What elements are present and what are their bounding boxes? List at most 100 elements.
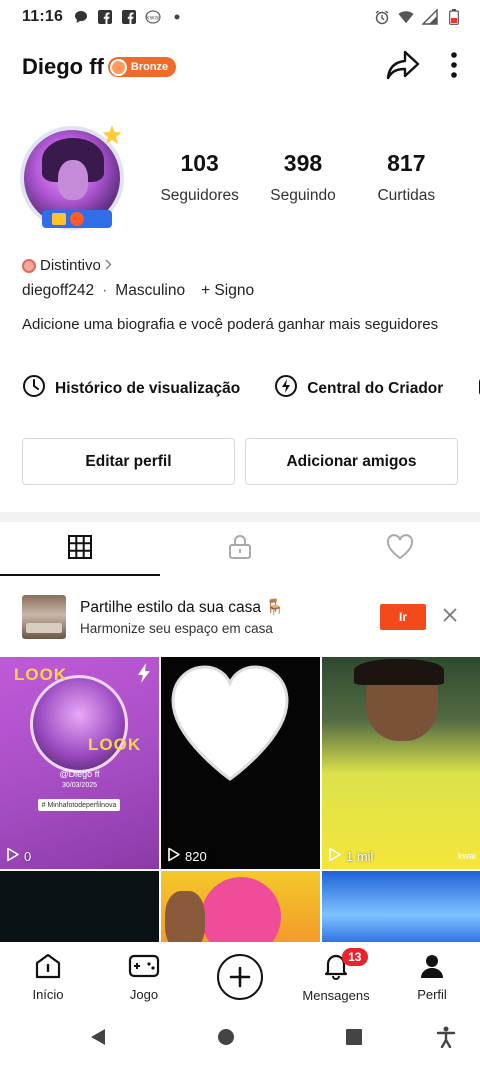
app-icon: kwai xyxy=(145,9,161,25)
video-grid: LOOK LOOK @Diego ff 30/03/2025 # Minhafo… xyxy=(0,657,480,942)
share-icon[interactable] xyxy=(386,49,420,86)
stat-followers[interactable]: 103 Seguidores xyxy=(148,150,251,205)
play-icon xyxy=(6,847,20,865)
ad-thumbnail xyxy=(22,595,66,639)
ad-subtitle: Harmonize seu espaço em casa xyxy=(80,621,273,636)
more-options-icon[interactable] xyxy=(450,51,458,84)
section-divider xyxy=(0,512,480,522)
add-signo-button[interactable]: + Signo xyxy=(201,282,254,300)
followers-label: Seguidores xyxy=(160,187,239,204)
profile-header: Diego ff Bronze xyxy=(0,42,480,92)
dot-icon xyxy=(169,9,185,25)
heart-icon xyxy=(386,533,414,565)
edit-profile-button[interactable]: Editar perfil xyxy=(22,438,235,485)
view-count: 1 mil xyxy=(328,847,373,865)
bolt-icon xyxy=(274,374,298,403)
status-time: 11:16 xyxy=(22,8,64,25)
back-icon[interactable] xyxy=(88,1027,108,1052)
profile-avatar[interactable] xyxy=(18,122,130,234)
following-count: 398 xyxy=(283,150,323,176)
video-thumbnail[interactable] xyxy=(161,871,320,942)
view-count-value: 1 mil xyxy=(346,848,374,864)
meta-separator: · xyxy=(102,282,108,299)
level-badge[interactable]: Bronze xyxy=(107,57,177,77)
stat-likes[interactable]: 817 Curtidas xyxy=(355,150,458,205)
tab-liked[interactable] xyxy=(320,522,480,576)
creator-center-label: Central do Criador xyxy=(307,379,444,397)
thumbnail-text-top: LOOK xyxy=(14,665,68,684)
badge-label: Bronze xyxy=(130,61,169,73)
nav-games[interactable]: Jogo xyxy=(96,942,192,1012)
clock-icon xyxy=(22,374,46,403)
distintivo-link[interactable]: Distintivo xyxy=(22,257,112,274)
view-count-value: 820 xyxy=(185,848,207,864)
bronze-medal-icon xyxy=(109,58,127,76)
battery-icon xyxy=(446,9,462,25)
following-label: Seguindo xyxy=(270,187,336,204)
content-tabs xyxy=(0,522,480,576)
bottom-navigation: Início Jogo 13 Mensagens Perfil xyxy=(0,942,480,1012)
flash-icon xyxy=(137,663,151,688)
view-count-value: 0 xyxy=(24,848,32,864)
profile-meta: diegoff242 · Masculino + Signo xyxy=(22,282,254,300)
add-icon xyxy=(217,954,263,1000)
nav-profile-label: Perfil xyxy=(417,986,447,1002)
profile-gender: Masculino xyxy=(115,282,186,299)
history-button[interactable]: Histórico de visualização xyxy=(22,374,240,403)
video-thumbnail[interactable]: LOOK LOOK @Diego ff 30/03/2025 # Minhafo… xyxy=(0,657,159,869)
tab-posts[interactable] xyxy=(0,522,160,576)
system-navigation xyxy=(0,1012,480,1066)
profile-bio[interactable]: Adicione uma biografia e você poderá gan… xyxy=(22,315,442,334)
play-icon xyxy=(328,847,342,865)
add-friends-button[interactable]: Adicionar amigos xyxy=(245,438,458,485)
distintivo-label: Distintivo xyxy=(40,257,101,274)
svg-text:kwai: kwai xyxy=(146,15,160,22)
video-thumbnail[interactable]: 820 xyxy=(161,657,320,869)
nav-home[interactable]: Início xyxy=(0,942,96,1012)
play-icon xyxy=(167,847,181,865)
nav-create[interactable] xyxy=(192,942,288,1012)
nav-profile[interactable]: Perfil xyxy=(384,942,480,1012)
video-thumbnail[interactable]: kwai 1 mil xyxy=(322,657,480,869)
video-thumbnail[interactable] xyxy=(322,871,480,942)
gamepad-icon xyxy=(128,953,160,982)
profile-handle: diegoff242 xyxy=(22,282,95,299)
accessibility-icon[interactable] xyxy=(436,1026,456,1053)
profile-actions: Editar perfil Adicionar amigos xyxy=(22,438,458,485)
close-icon[interactable] xyxy=(442,607,458,628)
wifi-icon xyxy=(398,9,414,25)
profile-stats: 103 Seguidores 398 Seguindo 817 Curtidas xyxy=(148,150,458,205)
view-count: 0 xyxy=(6,847,31,865)
chat-bubble-icon xyxy=(73,9,89,25)
badge-icon xyxy=(22,258,36,273)
video-thumbnail[interactable] xyxy=(0,871,159,942)
facebook-icon xyxy=(121,9,137,25)
avatar-frame-decoration xyxy=(42,210,112,228)
history-label: Histórico de visualização xyxy=(55,379,241,397)
ad-emoji: 🪑 xyxy=(264,599,285,616)
person-icon xyxy=(419,953,445,982)
tab-private[interactable] xyxy=(160,522,320,576)
nav-home-label: Início xyxy=(32,986,64,1002)
chevron-right-icon xyxy=(105,258,112,273)
thumbnail-name: @Diego ff xyxy=(59,769,100,779)
heart-illustration xyxy=(165,661,295,796)
ad-title-row: Partilhe estilo da sua casa 🪑 xyxy=(80,598,284,617)
likes-label: Curtidas xyxy=(377,187,436,204)
creator-center-button[interactable]: Central do Criador xyxy=(274,374,443,403)
ad-cta-button[interactable]: Ir xyxy=(380,604,426,630)
notification-icons: kwai xyxy=(73,9,185,25)
nav-messages[interactable]: 13 Mensagens xyxy=(288,942,384,1012)
stat-following[interactable]: 398 Seguindo xyxy=(251,150,354,205)
home-circle-icon[interactable] xyxy=(217,1028,235,1051)
alarm-icon xyxy=(374,9,390,25)
home-icon xyxy=(34,953,62,982)
lock-icon xyxy=(227,534,253,565)
recents-icon[interactable] xyxy=(345,1028,363,1051)
profile-tools: Histórico de visualização Central do Cri… xyxy=(22,374,480,403)
sponsored-banner[interactable]: Partilhe estilo da sua casa 🪑 Harmonize … xyxy=(0,586,480,648)
nav-messages-label: Mensagens xyxy=(302,987,370,1003)
system-icons xyxy=(374,9,462,25)
messages-badge: 13 xyxy=(341,948,368,966)
view-count: 820 xyxy=(167,847,207,865)
